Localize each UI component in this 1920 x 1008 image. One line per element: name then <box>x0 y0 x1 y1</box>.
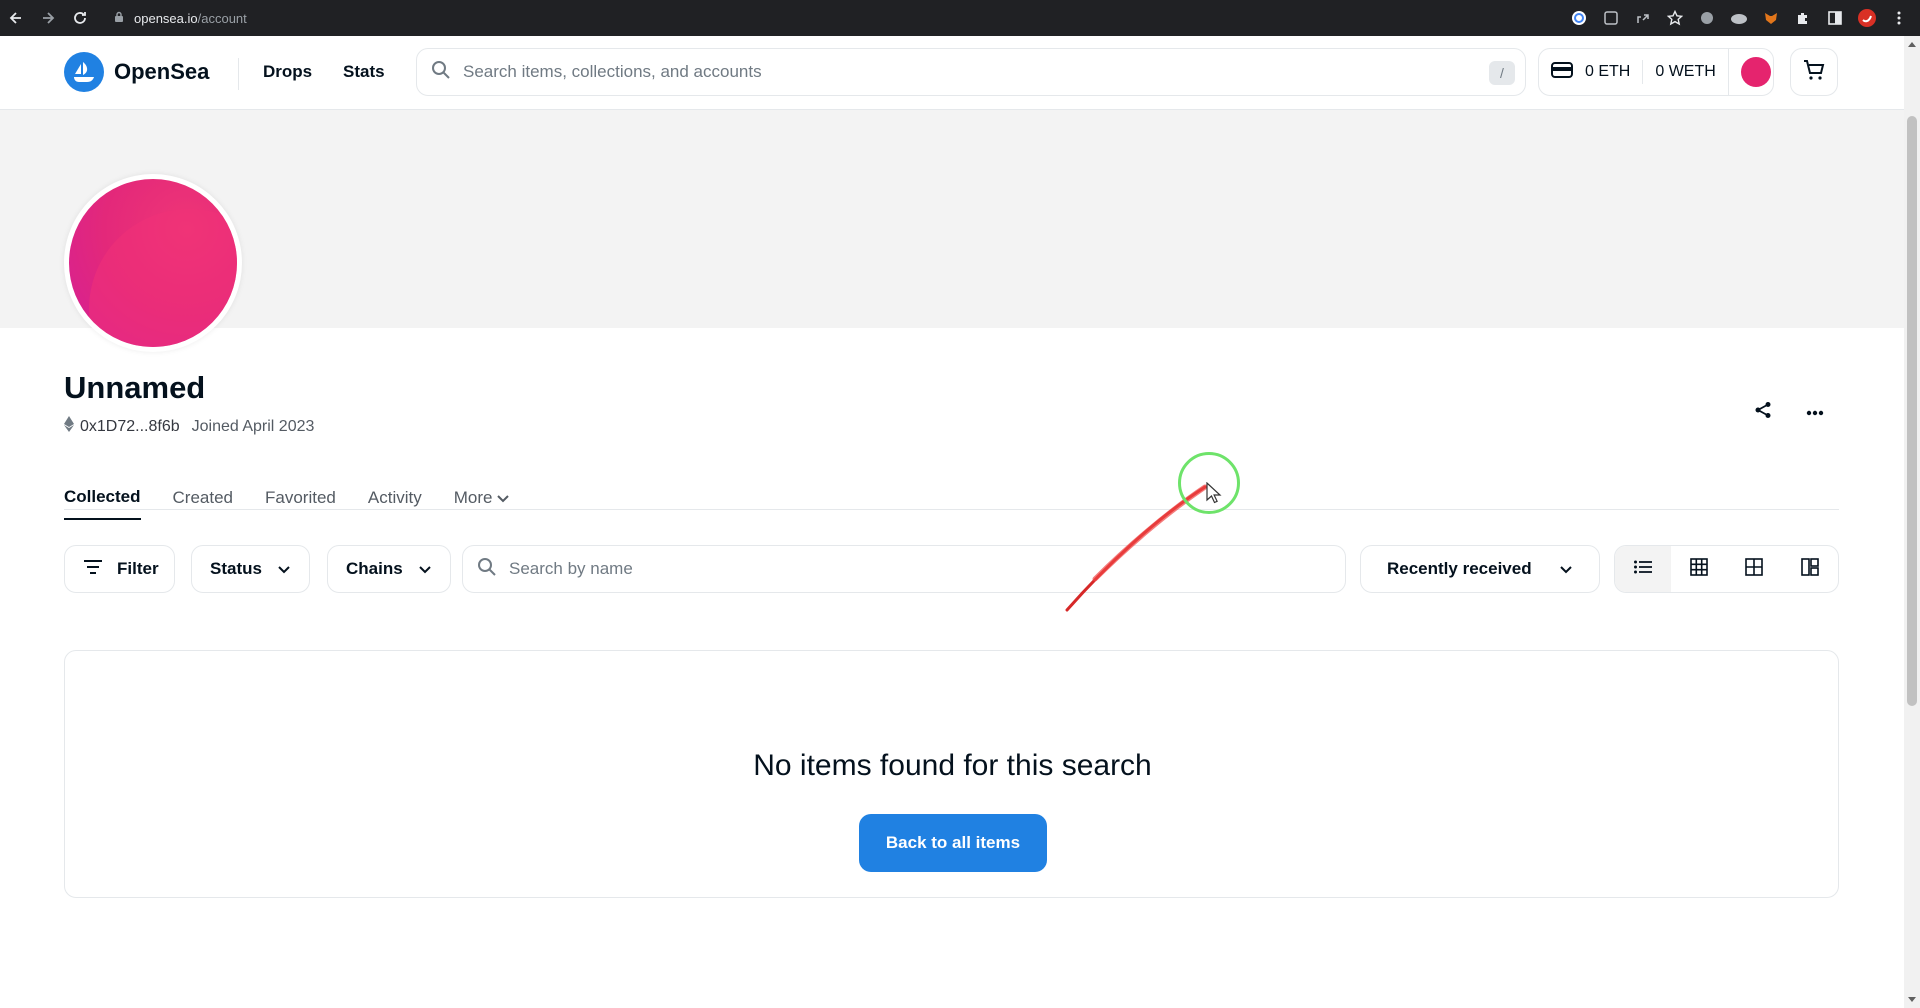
mosaic-icon <box>1801 557 1819 581</box>
wallet-address[interactable]: 0x1D72...8f6b <box>80 418 180 436</box>
items-toolbar: Filter Status Chains Search by name Rece… <box>64 545 1839 593</box>
profile-banner <box>0 110 1904 328</box>
extension-icon[interactable] <box>1696 7 1718 29</box>
cart-icon <box>1802 58 1826 87</box>
view-mode-toggle <box>1614 545 1839 593</box>
scroll-thumb[interactable] <box>1907 116 1917 706</box>
page: OpenSea Drops Stats Search items, collec… <box>0 36 1904 1008</box>
puzzle-icon[interactable] <box>1792 7 1814 29</box>
back-to-all-items-button[interactable]: Back to all items <box>859 814 1047 872</box>
profile-avatar <box>64 174 242 352</box>
filter-button[interactable]: Filter <box>64 545 175 593</box>
share-button[interactable] <box>1743 392 1783 432</box>
scroll-down-arrow-icon[interactable] <box>1908 997 1916 1002</box>
bookmark-star-icon[interactable] <box>1664 7 1686 29</box>
metamask-icon[interactable] <box>1760 7 1782 29</box>
chains-dropdown[interactable]: Chains <box>327 545 451 593</box>
ethereum-icon <box>64 416 74 437</box>
joined-date: Joined April 2023 <box>191 417 315 435</box>
grid-large-icon <box>1745 557 1764 581</box>
tab-favorited[interactable]: Favorited <box>265 476 336 520</box>
global-search-input[interactable]: Search items, collections, and accounts … <box>416 48 1526 96</box>
side-panel-icon[interactable] <box>1824 7 1846 29</box>
wallet-divider <box>1642 60 1644 84</box>
share-page-icon[interactable] <box>1632 7 1654 29</box>
status-dropdown[interactable]: Status <box>191 545 310 593</box>
forward-icon[interactable] <box>32 0 64 36</box>
search-icon <box>477 557 497 582</box>
status-label: Status <box>210 559 262 578</box>
profile-avatar-image <box>69 179 237 347</box>
profile-icon[interactable] <box>1856 7 1878 29</box>
cart-button[interactable] <box>1790 48 1838 96</box>
grid-small-icon <box>1689 557 1708 581</box>
tabs-divider <box>64 509 1839 510</box>
opensea-logo-icon <box>64 52 104 92</box>
small-grid-view-button[interactable] <box>1671 546 1727 592</box>
search-icon <box>431 60 451 85</box>
chevron-down-icon <box>1559 559 1572 579</box>
google-icon[interactable] <box>1568 7 1590 29</box>
empty-state-card: No items found for this search Back to a… <box>64 650 1839 898</box>
share-icon <box>1754 401 1772 424</box>
search-shortcut-key: / <box>1489 61 1515 85</box>
url-host: opensea.io <box>134 10 198 26</box>
weth-balance: 0 WETH <box>1655 63 1716 80</box>
nav-drops[interactable]: Drops <box>263 62 312 82</box>
filter-label: Filter <box>117 559 159 578</box>
url-path: /account <box>197 10 247 26</box>
tab-activity[interactable]: Activity <box>368 476 422 520</box>
chevron-down-icon <box>418 559 431 579</box>
back-icon[interactable] <box>0 0 32 36</box>
logo[interactable]: OpenSea <box>64 52 209 92</box>
wallet-balance[interactable]: 0 ETH 0 WETH <box>1538 48 1774 96</box>
chains-label: Chains <box>346 559 403 578</box>
site-header: OpenSea Drops Stats Search items, collec… <box>0 36 1904 110</box>
account-avatar[interactable] <box>1740 57 1771 87</box>
tab-created[interactable]: Created <box>173 476 233 520</box>
page-scrollbar[interactable] <box>1904 36 1920 1008</box>
scroll-up-arrow-icon[interactable] <box>1908 42 1916 47</box>
kebab-menu-icon[interactable] <box>1888 7 1910 29</box>
chevron-down-icon <box>278 559 290 579</box>
profile-name: Unnamed <box>64 370 206 405</box>
cloud-extension-icon[interactable] <box>1728 7 1750 29</box>
eth-balance: 0 ETH <box>1585 63 1631 80</box>
lock-icon <box>114 11 124 26</box>
translate-icon[interactable] <box>1600 7 1622 29</box>
header-divider <box>238 58 239 90</box>
search-placeholder: Search items, collections, and accounts <box>463 62 762 81</box>
reload-icon[interactable] <box>64 0 96 36</box>
filter-icon <box>83 559 103 580</box>
nav-stats[interactable]: Stats <box>343 62 385 82</box>
address-bar[interactable]: opensea.io/account <box>104 5 1558 31</box>
tab-collected[interactable]: Collected <box>64 476 141 520</box>
mouse-cursor-icon <box>1206 482 1222 504</box>
tab-more-label: More <box>453 488 493 507</box>
wallet-divider <box>1727 48 1729 96</box>
browser-toolbar: opensea.io/account <box>0 0 1920 36</box>
ellipsis-icon <box>1806 403 1824 421</box>
large-grid-view-button[interactable] <box>1727 546 1783 592</box>
tab-more[interactable]: More <box>454 476 510 520</box>
list-icon <box>1633 560 1652 579</box>
sort-dropdown[interactable]: Recently received <box>1360 545 1600 593</box>
profile-meta: 0x1D72...8f6b Joined April 2023 <box>64 416 314 437</box>
wallet-icon <box>1551 61 1573 84</box>
mosaic-view-button[interactable] <box>1782 546 1838 592</box>
empty-state-title: No items found for this search <box>753 749 1152 782</box>
sort-label: Recently received <box>1387 559 1532 578</box>
chevron-down-icon <box>497 488 510 508</box>
search-placeholder: Search by name <box>509 559 633 578</box>
more-options-button[interactable] <box>1795 392 1835 432</box>
profile-tabs: Collected Created Favorited Activity Mor… <box>64 476 541 520</box>
list-view-button[interactable] <box>1615 546 1671 592</box>
brand-name: OpenSea <box>114 59 210 84</box>
